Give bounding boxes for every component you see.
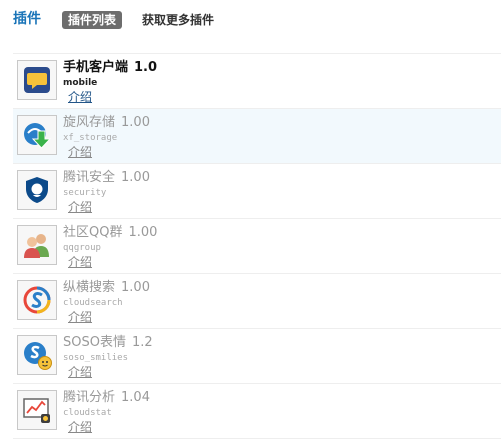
plugin-name: 社区QQ群: [63, 225, 123, 240]
mobile-chat-icon: [17, 60, 57, 100]
plugin-name: 腾讯安全: [63, 170, 116, 185]
plugin-name: 腾讯分析: [63, 390, 116, 405]
plugin-identifier: cloudsearch: [63, 298, 123, 308]
plugin-version: 1.00: [121, 280, 150, 295]
plugin-name-line: 腾讯安全 1.00: [63, 170, 150, 186]
plugin-row-cloudstat: 腾讯分析 1.04 cloudstat 介绍: [13, 384, 501, 439]
tab-get-more-plugins[interactable]: 获取更多插件: [142, 11, 214, 29]
plugin-identifier: xf_storage: [63, 133, 118, 143]
plugin-row-xf-storage: 旋风存储 1.00 xf_storage 介绍: [13, 109, 501, 164]
plugin-intro-link[interactable]: 介绍: [68, 90, 92, 104]
plugin-row-cloudsearch: 纵横搜索 1.00 cloudsearch 介绍: [13, 274, 501, 329]
plugin-name: SOSO表情: [63, 335, 126, 350]
page-title: 插件: [13, 11, 41, 27]
storage-download-icon: [17, 115, 57, 155]
plugin-version: 1.00: [121, 115, 150, 130]
plugin-intro-link[interactable]: 介绍: [68, 310, 92, 324]
plugin-identifier: qqgroup: [63, 243, 101, 253]
plugin-name-line: 纵横搜索 1.00: [63, 280, 150, 296]
plugin-name-line: 社区QQ群 1.00: [63, 225, 157, 241]
plugin-name: 手机客户端: [63, 60, 129, 75]
plugin-identifier: security: [63, 188, 107, 198]
header: 插件 插件列表 获取更多插件: [0, 0, 501, 40]
plugin-identifier: cloudstat: [63, 408, 112, 418]
plugin-name-line: 腾讯分析 1.04: [63, 390, 150, 406]
plugin-name: 纵横搜索: [63, 280, 116, 295]
plugin-row-security: 腾讯安全 1.00 security 介绍: [13, 164, 501, 219]
plugin-intro-link[interactable]: 介绍: [68, 365, 92, 379]
plugin-row-soso-smilies: SOSO表情 1.2 soso_smilies 介绍: [13, 329, 501, 384]
plugin-version: 1.00: [128, 225, 158, 240]
plugin-row-mobile: 手机客户端 1.0 mobile 介绍: [13, 54, 501, 109]
plugin-version: 1.04: [121, 390, 150, 405]
security-shield-icon: [17, 170, 57, 210]
plugin-intro-link[interactable]: 介绍: [68, 145, 92, 159]
cloud-search-icon: [17, 280, 57, 320]
plugin-name-line: 旋风存储 1.00: [63, 115, 150, 131]
plugin-list: 手机客户端 1.0 mobile 介绍 旋风存储 1.00 xf_storage 介…: [13, 53, 501, 439]
soso-smilies-icon: [17, 335, 57, 375]
plugin-version: 1.0: [134, 60, 158, 75]
plugin-name-line: 手机客户端 1.0: [63, 60, 157, 76]
plugin-identifier: mobile: [63, 78, 98, 88]
plugin-identifier: soso_smilies: [63, 353, 129, 363]
plugin-intro-link[interactable]: 介绍: [68, 200, 92, 214]
cloudstat-chart-icon: [17, 390, 57, 430]
plugin-version: 1.00: [121, 170, 150, 185]
plugin-row-qqgroup: 社区QQ群 1.00 qqgroup 介绍: [13, 219, 501, 274]
tab-plugin-list[interactable]: 插件列表: [62, 11, 123, 29]
plugin-version: 1.2: [131, 335, 153, 350]
qq-group-icon: [17, 225, 57, 265]
plugin-intro-link[interactable]: 介绍: [68, 420, 92, 434]
plugin-intro-link[interactable]: 介绍: [68, 255, 92, 269]
plugin-name-line: SOSO表情 1.2: [63, 335, 153, 351]
plugin-name: 旋风存储: [63, 115, 116, 130]
